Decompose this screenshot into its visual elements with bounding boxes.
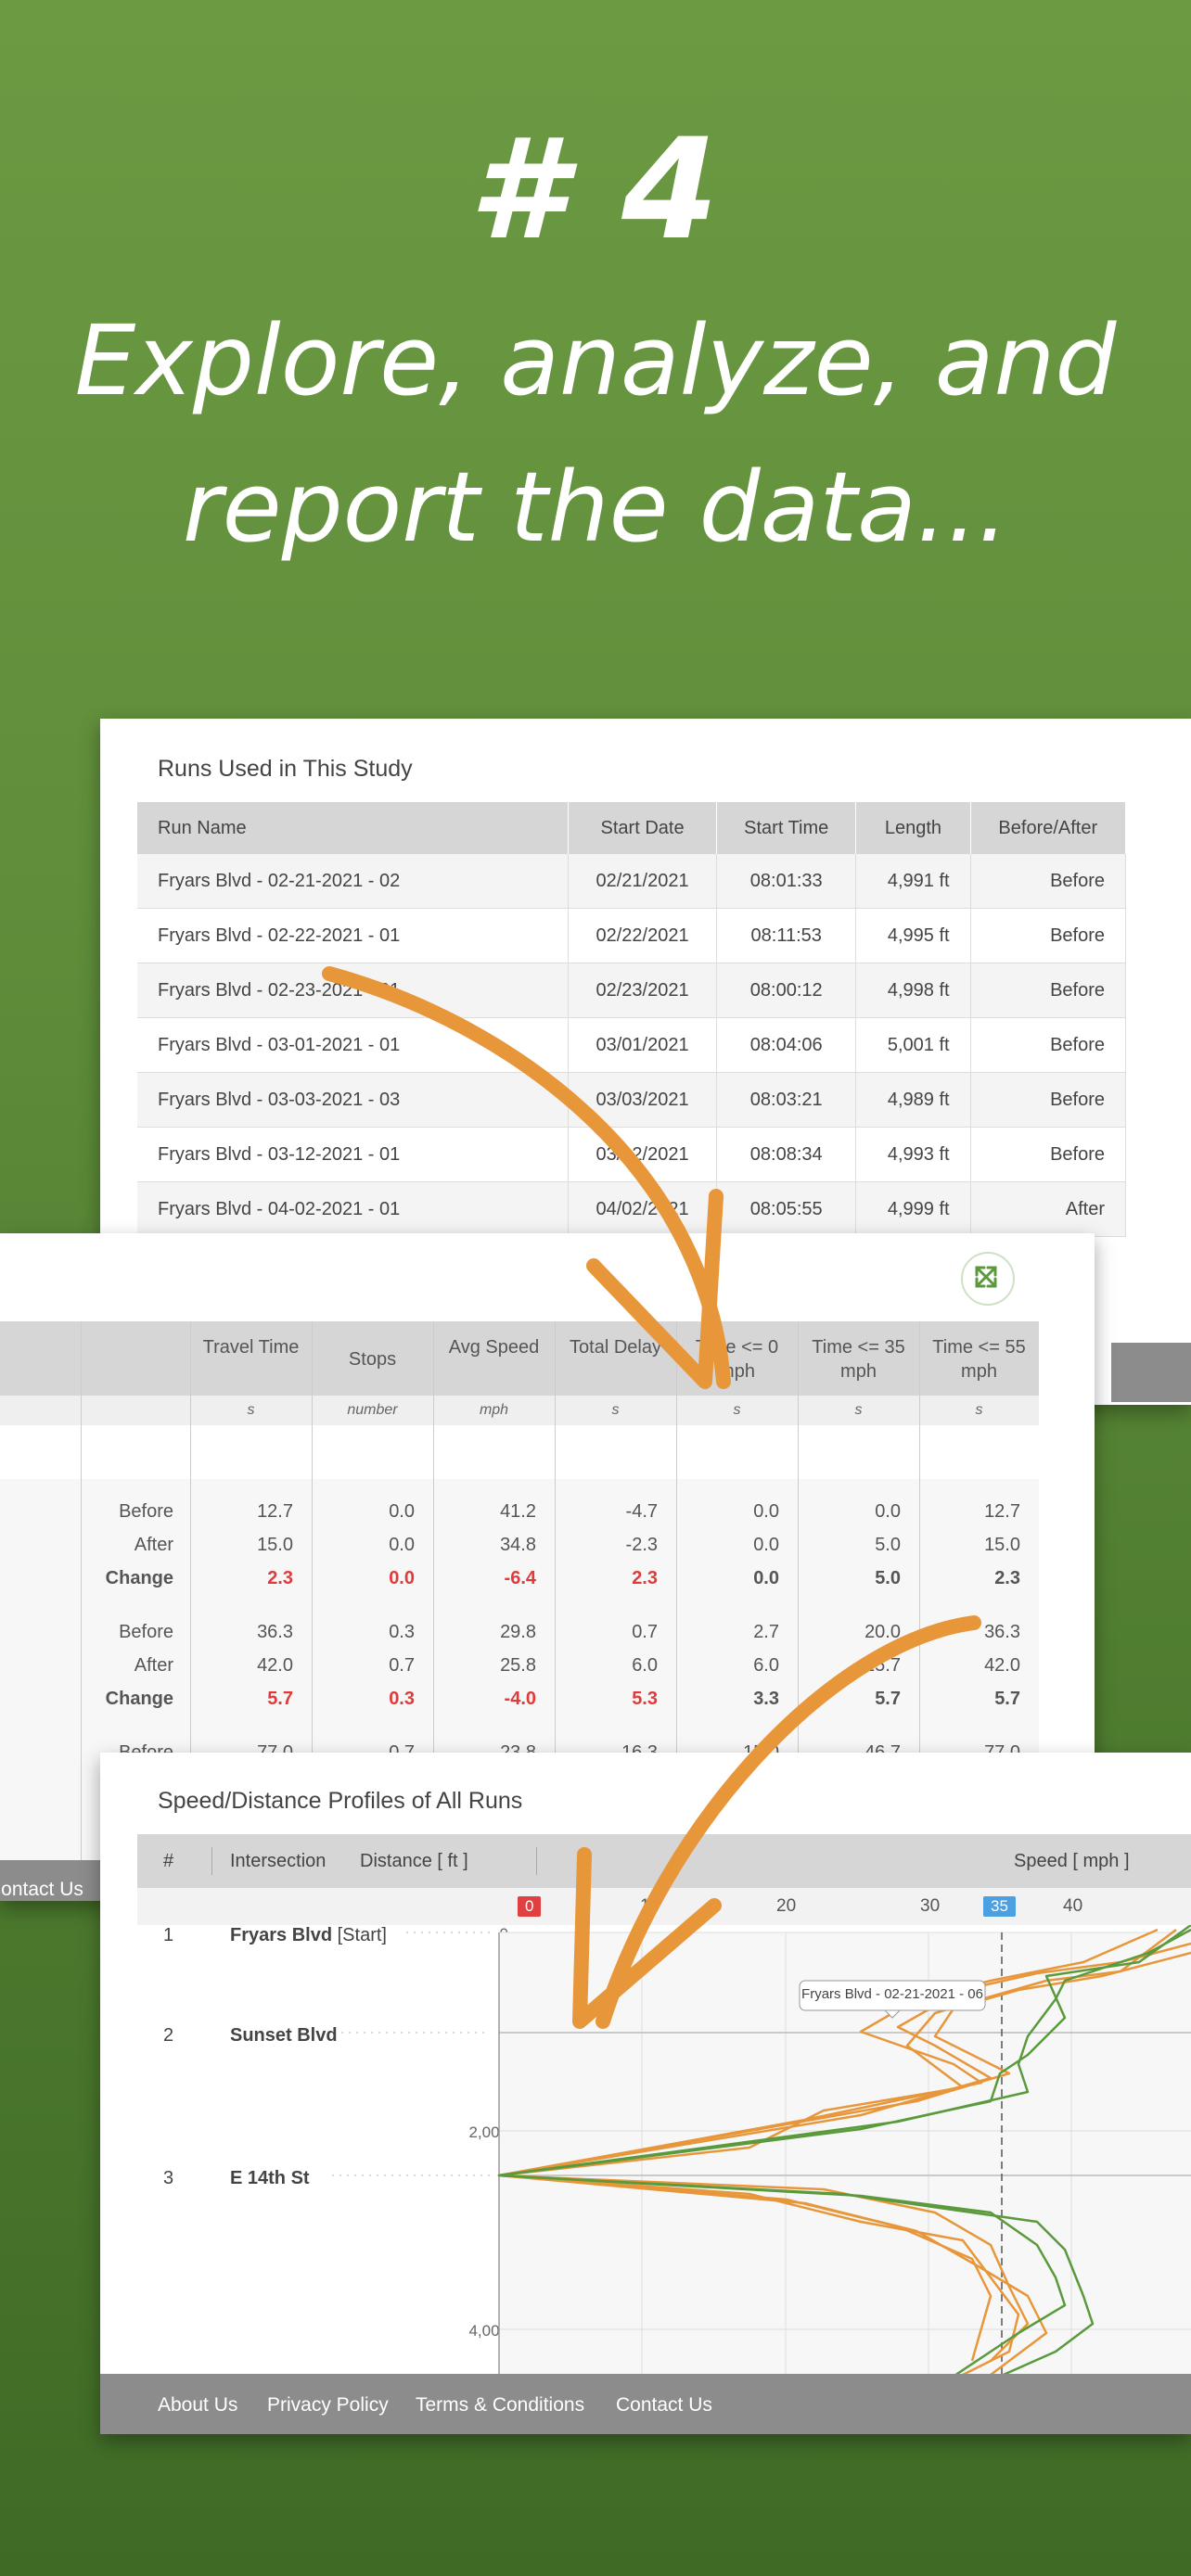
arrow-1 <box>322 966 731 1389</box>
decorative-arrows <box>322 966 981 2029</box>
arrow-2-head <box>572 1847 722 2029</box>
